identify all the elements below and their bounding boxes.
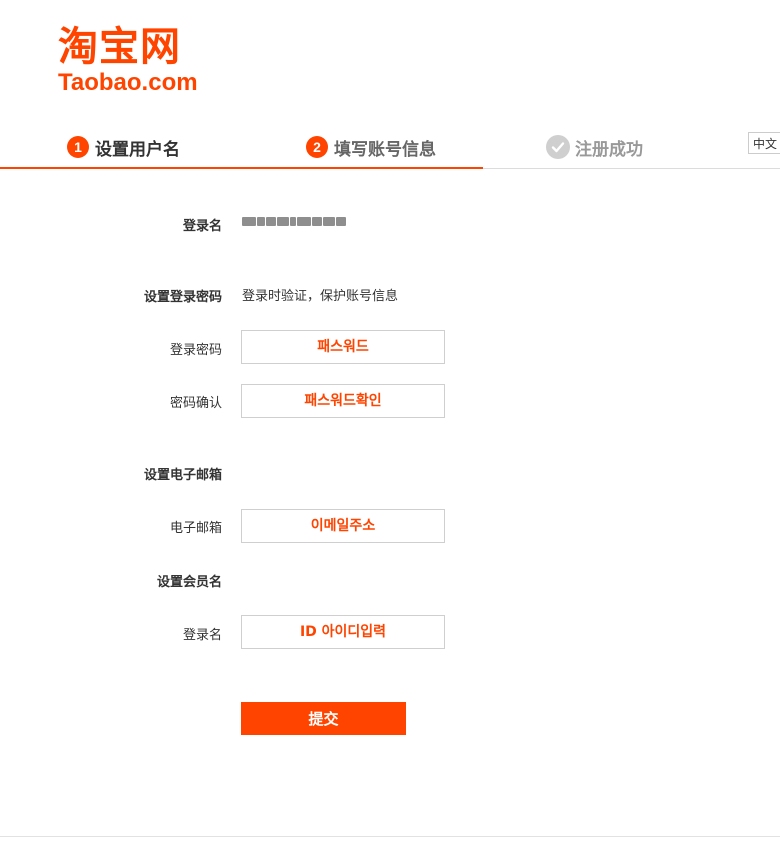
email-section-label: 设置电子邮箱 bbox=[143, 468, 222, 483]
password-label: 登录密码 bbox=[169, 343, 222, 358]
step-set-username: 1 设置用户名 bbox=[67, 134, 180, 160]
step-label: 设置用户名 bbox=[95, 139, 180, 160]
login-name-value-redacted bbox=[242, 214, 346, 228]
step-label: 填写账号信息 bbox=[334, 139, 436, 160]
password-section-hint: 登录时验证，保护账号信息 bbox=[242, 289, 399, 304]
confirm-password-input[interactable] bbox=[241, 384, 445, 418]
email-input[interactable] bbox=[241, 509, 445, 543]
submit-button[interactable]: 提交 bbox=[241, 702, 406, 735]
confirm-password-label: 密码确认 bbox=[169, 396, 222, 411]
login-name-label: 登录名 bbox=[182, 219, 222, 234]
member-name-input[interactable] bbox=[241, 615, 445, 649]
step-registration-success: 注册成功 bbox=[546, 134, 643, 160]
step-label: 注册成功 bbox=[575, 139, 643, 160]
footer-divider bbox=[0, 836, 780, 837]
member-section-label: 设置会员名 bbox=[156, 575, 222, 590]
member-name-label: 登录名 bbox=[182, 628, 222, 643]
step-account-info: 2 填写账号信息 bbox=[306, 134, 436, 160]
language-button[interactable]: 中文 bbox=[748, 132, 780, 154]
password-section-label: 设置登录密码 bbox=[143, 290, 222, 305]
logo-chinese: 淘宝网 bbox=[58, 24, 181, 70]
check-circle-icon bbox=[546, 135, 570, 159]
step-number-1: 1 bbox=[67, 136, 89, 158]
steps-progress-bar bbox=[0, 167, 483, 169]
step-number-2: 2 bbox=[306, 136, 328, 158]
registration-steps: 1 设置用户名 2 填写账号信息 注册成功 中文 bbox=[0, 124, 780, 170]
taobao-logo[interactable]: 淘宝网 Taobao.com bbox=[58, 24, 218, 96]
email-label: 电子邮箱 bbox=[169, 521, 222, 536]
logo-english: Taobao.com bbox=[58, 69, 198, 96]
password-input[interactable] bbox=[241, 330, 445, 364]
